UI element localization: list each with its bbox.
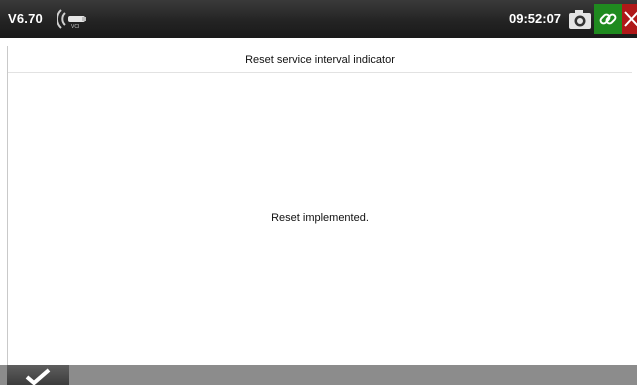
ok-button[interactable] <box>7 365 69 385</box>
connection-link-button[interactable] <box>594 4 622 34</box>
camera-icon[interactable] <box>567 6 593 32</box>
main-content-panel: Reset service interval indicator Reset i… <box>7 46 637 365</box>
top-status-bar: V6.70 VCI 09:52:07 <box>0 0 637 38</box>
close-icon <box>624 11 637 27</box>
checkmark-icon <box>25 368 51 385</box>
vci-connector-icon: VCI <box>55 6 89 32</box>
bottom-toolbar <box>0 365 637 385</box>
clock: 09:52:07 <box>509 11 562 26</box>
software-version: V6.70 <box>8 11 43 26</box>
result-message: Reset implemented. <box>271 212 369 224</box>
svg-text:VCI: VCI <box>71 24 79 30</box>
link-icon <box>599 13 617 25</box>
close-button[interactable] <box>622 4 637 34</box>
page-title: Reset service interval indicator <box>8 46 632 73</box>
